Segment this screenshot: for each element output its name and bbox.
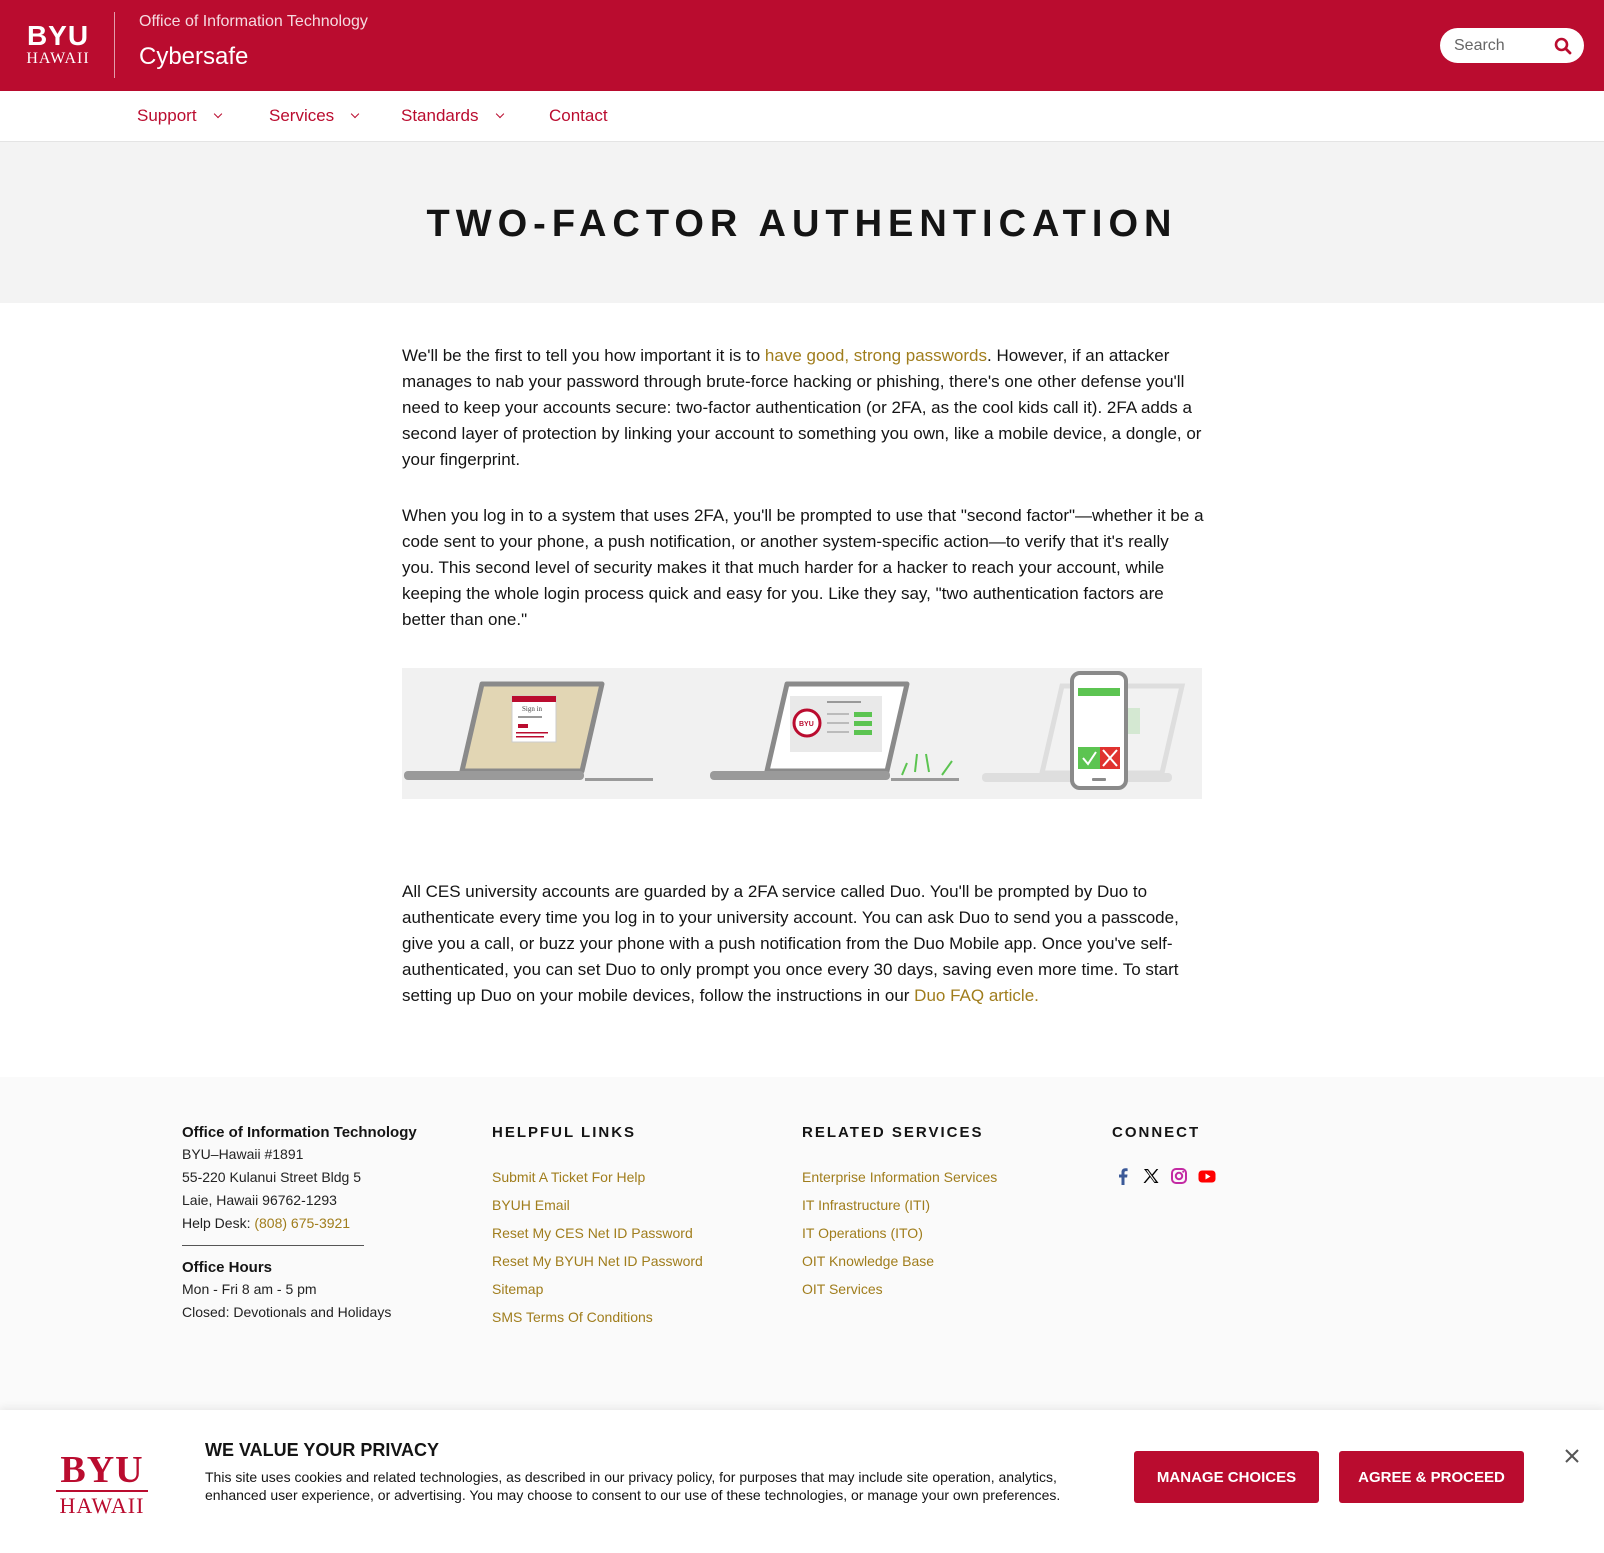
office-hours-title: Office Hours [182,1259,273,1276]
search-box [1440,28,1584,63]
logo-hawaii-text: HAWAII [26,50,90,67]
search-icon[interactable] [1552,35,1574,57]
connect-title: CONNECT [1112,1124,1201,1141]
nav-item-services[interactable]: Services [269,105,360,127]
svg-text:Sign in: Sign in [522,705,543,713]
footer-link-byuh-email[interactable]: BYUH Email [492,1191,772,1219]
footer-address-line: BYU–Hawaii #1891 [182,1146,304,1162]
banner-byu-hawaii-logo: BYU HAWAII [52,1449,152,1518]
nav-item-label: Contact [549,106,608,125]
footer-divider [182,1245,364,1246]
footer-link-iti[interactable]: IT Infrastructure (ITI) [802,1191,1082,1219]
footer-helpdesk: Help Desk: (808) 675-3921 [182,1212,462,1235]
helpdesk-phone-link[interactable]: (808) 675-3921 [254,1215,350,1231]
privacy-text: This site uses cookies and related techn… [205,1469,1061,1503]
strong-passwords-link[interactable]: have good, strong passwords [765,346,987,365]
duo-faq-link[interactable]: Duo FAQ article. [914,986,1039,1005]
footer-address-line: Laie, Hawaii 96762-1293 [182,1192,337,1208]
footer-link-sitemap[interactable]: Sitemap [492,1275,772,1303]
two-factor-illustration: Sign in BYU [402,668,1202,799]
site-header: BYU HAWAII Office of Information Technol… [0,0,1604,91]
footer-link-submit-ticket[interactable]: Submit A Ticket For Help [492,1163,772,1191]
privacy-banner: BYU HAWAII WE VALUE YOUR PRIVACY This si… [0,1410,1604,1553]
office-hours-line: Closed: Devotionals and Holidays [182,1304,392,1320]
header-divider [114,12,115,78]
page-hero: TWO-FACTOR AUTHENTICATION [0,142,1604,303]
footer-connect: CONNECT [1112,1123,1312,1187]
svg-text:BYU: BYU [799,721,814,728]
intro-paragraph: We'll be the first to tell you how impor… [402,343,1204,473]
privacy-title: WE VALUE YOUR PRIVACY [205,1440,440,1460]
nav-item-label: Support [137,106,197,125]
social-icons [1112,1165,1312,1187]
footer-org-name: Office of Information Technology [182,1124,417,1141]
footer-address-line: 55-220 Kulanui Street Bldg 5 [182,1169,362,1185]
banner-logo-hawaii: HAWAII [59,1493,145,1518]
helpdesk-label: Help Desk: [182,1215,255,1231]
nav-item-standards[interactable]: Standards [401,105,504,127]
p1-text-before: We'll be the first to tell you how impor… [402,346,765,365]
footer-link-oit-services[interactable]: OIT Services [802,1275,1082,1303]
footer-link-ito[interactable]: IT Operations (ITO) [802,1219,1082,1247]
footer-helpful-links: HELPFUL LINKS Submit A Ticket For Help B… [492,1123,772,1331]
p3-text-before: All CES university accounts are guarded … [402,882,1179,1005]
second-paragraph: When you log in to a system that uses 2F… [402,506,1204,629]
footer-link-sms-terms[interactable]: SMS Terms Of Conditions [492,1303,772,1331]
duo-paragraph: All CES university accounts are guarded … [402,879,1204,1009]
close-icon[interactable] [1562,1446,1582,1466]
site-title[interactable]: Cybersafe [139,42,248,72]
illustration-svg: Sign in BYU [404,671,1186,790]
footer-link-reset-ces[interactable]: Reset My CES Net ID Password [492,1219,772,1247]
byu-hawaii-logo[interactable]: BYU HAWAII [22,22,94,68]
nav-item-support[interactable]: Support [137,105,222,127]
manage-choices-button[interactable]: MANAGE CHOICES [1134,1451,1319,1503]
footer-related-services: RELATED SERVICES Enterprise Information … [802,1123,1082,1303]
search-input[interactable] [1454,34,1546,57]
nav-item-label: Services [269,106,335,125]
agree-proceed-button[interactable]: AGREE & PROCEED [1339,1451,1524,1503]
site-subtitle[interactable]: Office of Information Technology [139,12,368,32]
banner-logo-byu: BYU [60,1449,144,1491]
footer-link-reset-byuh[interactable]: Reset My BYUH Net ID Password [492,1247,772,1275]
nav-item-label: Standards [401,106,479,125]
page-title: TWO-FACTOR AUTHENTICATION [426,203,1178,245]
nav-item-contact[interactable]: Contact [549,105,608,127]
x-icon[interactable] [1140,1165,1162,1187]
instagram-icon[interactable] [1168,1165,1190,1187]
site-footer: Office of Information Technology BYU–Haw… [0,1077,1604,1410]
facebook-icon[interactable] [1112,1165,1134,1187]
chevron-down-icon [350,109,360,118]
chevron-down-icon [213,109,222,118]
youtube-icon[interactable] [1196,1165,1218,1187]
logo-byu-text: BYU [26,20,90,51]
footer-link-eis[interactable]: Enterprise Information Services [802,1163,1082,1191]
footer-contact-column: Office of Information Technology BYU–Haw… [182,1123,462,1324]
helpful-links-title: HELPFUL LINKS [492,1124,637,1141]
main-nav: Support Services Standards Contact [0,91,1604,142]
footer-link-knowledge-base[interactable]: OIT Knowledge Base [802,1247,1082,1275]
related-services-title: RELATED SERVICES [802,1124,984,1141]
office-hours-line: Mon - Fri 8 am - 5 pm [182,1281,317,1297]
chevron-down-icon [495,109,504,118]
